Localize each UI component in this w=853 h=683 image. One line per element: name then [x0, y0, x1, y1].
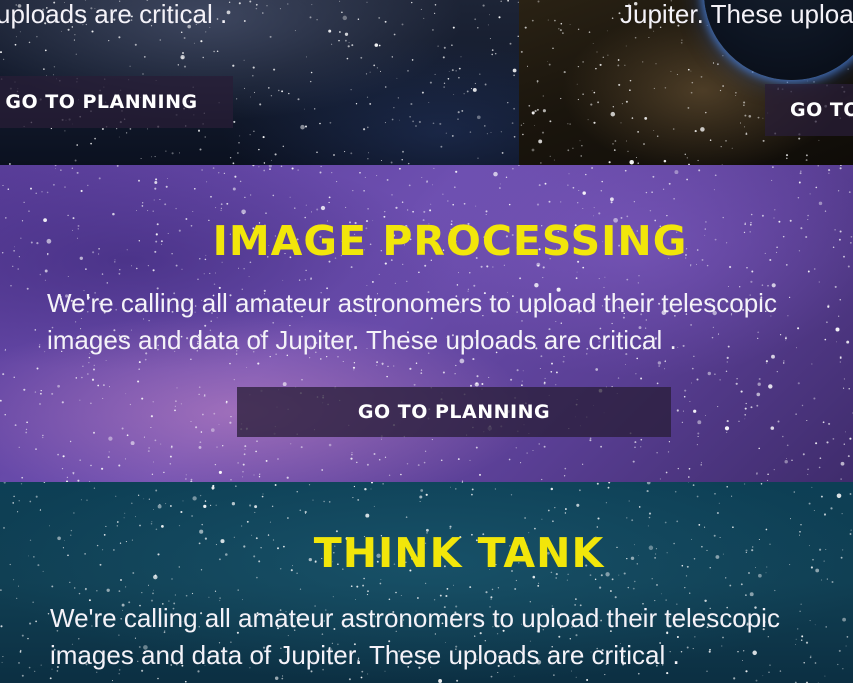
go-to-planning-button[interactable]: GO TO PLANNING	[237, 387, 671, 437]
card-description: Jupiter. These uploads are critical .	[620, 0, 853, 29]
go-to-planning-button[interactable]: GO TO PLANNING	[765, 84, 853, 136]
section-description-line-1: We're calling all amateur astronomers to…	[47, 288, 777, 318]
planning-card-left: uploads are critical . GO TO PLANNING	[0, 0, 519, 165]
section-description-line-1: We're calling all amateur astronomers to…	[50, 603, 780, 633]
section-description-line-2: images and data of Jupiter. These upload…	[50, 640, 680, 670]
section-title: IMAGE PROCESSING	[212, 217, 688, 265]
think-tank-section: THINK TANK We're calling all amateur ast…	[0, 482, 853, 683]
image-processing-section: IMAGE PROCESSING We're calling all amate…	[0, 165, 853, 482]
card-description: uploads are critical .	[0, 0, 228, 29]
go-to-planning-button[interactable]: GO TO PLANNING	[0, 76, 233, 128]
planning-card-right: Jupiter. These uploads are critical . GO…	[519, 0, 853, 165]
section-title: THINK TANK	[313, 529, 605, 577]
section-description-line-2: images and data of Jupiter. These upload…	[47, 325, 677, 355]
